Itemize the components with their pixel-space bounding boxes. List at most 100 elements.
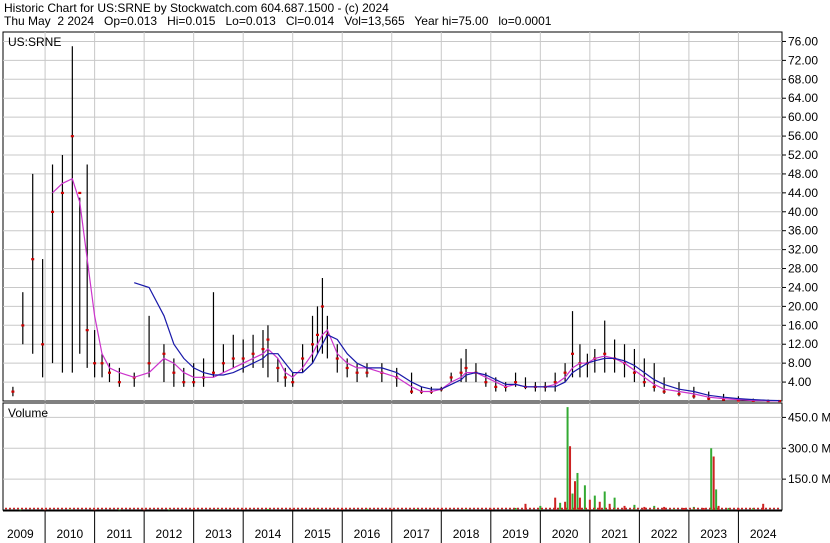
x-axis-year-label: 2013 xyxy=(205,527,232,541)
price-y-tick-label: 44.00 xyxy=(788,186,818,200)
close-marker xyxy=(51,210,55,213)
x-axis-year-label: 2010 xyxy=(57,527,84,541)
close-marker xyxy=(449,376,453,379)
volume-bar xyxy=(715,489,718,510)
price-y-tick-label: 64.00 xyxy=(788,91,818,105)
close-marker xyxy=(31,258,35,261)
volume-bar xyxy=(19,509,22,511)
volume-bar xyxy=(578,497,581,510)
close-marker xyxy=(85,329,89,332)
x-axis-year-label: 2016 xyxy=(354,527,381,541)
close-marker xyxy=(93,362,97,365)
close-marker xyxy=(459,371,463,374)
volume-bar xyxy=(143,509,146,511)
close-marker xyxy=(107,371,111,374)
price-volume-chart: 4.00 8.00 12.00 16.00 20.00 24.00 28.00 32.00 36… xyxy=(2,31,830,543)
close-marker xyxy=(632,371,636,374)
volume-bar xyxy=(266,508,269,510)
close-marker xyxy=(345,366,349,370)
volume-bar xyxy=(93,509,96,511)
price-y-tick-label: 48.00 xyxy=(788,167,818,181)
price-y-tick-label: 72.00 xyxy=(788,53,818,67)
price-y-tick-label: 68.00 xyxy=(788,72,818,86)
close-marker xyxy=(78,191,82,195)
x-axis-year-label: 2014 xyxy=(255,527,282,541)
close-marker xyxy=(70,135,74,138)
close-marker xyxy=(291,381,295,384)
close-marker xyxy=(315,333,319,336)
volume-bar xyxy=(566,407,569,510)
volume-bar xyxy=(682,507,685,510)
volume-bar xyxy=(559,502,562,510)
close-marker xyxy=(172,371,176,374)
volume-bar xyxy=(710,448,713,510)
x-axis-year-label: 2011 xyxy=(106,527,132,541)
volume-y-tick-label: 300.0 M xyxy=(788,441,830,455)
price-y-tick-label: 52.00 xyxy=(788,148,818,162)
close-marker xyxy=(11,390,15,393)
x-axis-year-label: 2015 xyxy=(304,527,331,541)
close-marker xyxy=(251,352,255,355)
close-marker xyxy=(652,385,656,389)
close-marker xyxy=(221,362,225,365)
close-marker xyxy=(494,385,498,389)
price-y-tick-label: 32.00 xyxy=(788,243,818,257)
close-marker xyxy=(571,352,575,355)
close-marker xyxy=(464,366,468,370)
x-axis-year-label: 2022 xyxy=(651,527,678,541)
close-marker xyxy=(283,376,287,379)
price-y-tick-label: 28.00 xyxy=(788,262,818,276)
price-y-tick-label: 20.00 xyxy=(788,299,818,313)
close-marker xyxy=(301,357,305,360)
volume-bar xyxy=(712,456,715,510)
close-marker xyxy=(100,362,104,365)
x-axis-year-label: 2012 xyxy=(156,527,183,541)
volume-bar xyxy=(663,506,666,510)
price-y-tick-label: 40.00 xyxy=(788,205,818,219)
x-axis-year-label: 2009 xyxy=(7,527,34,541)
price-y-tick-label: 4.00 xyxy=(788,375,812,389)
close-marker xyxy=(21,324,25,327)
volume-bar xyxy=(118,509,121,511)
close-marker xyxy=(320,305,324,308)
x-axis-year-label: 2024 xyxy=(750,527,777,541)
close-marker xyxy=(603,352,607,355)
close-marker xyxy=(41,343,45,346)
volume-y-tick-label: 450.0 M xyxy=(788,410,830,424)
volume-bar xyxy=(583,485,586,510)
close-marker xyxy=(117,381,121,384)
close-marker xyxy=(692,395,696,398)
x-axis-year-label: 2023 xyxy=(700,527,727,541)
volume-bar xyxy=(573,481,576,510)
x-axis-year-label: 2019 xyxy=(502,527,529,541)
close-marker xyxy=(231,357,235,360)
volume-bar xyxy=(217,509,220,510)
volume-bar xyxy=(571,493,574,510)
close-marker xyxy=(241,357,245,360)
close-marker xyxy=(211,371,215,374)
volume-bar xyxy=(68,509,71,510)
close-marker xyxy=(662,390,666,393)
volume-bar xyxy=(576,472,579,510)
close-marker xyxy=(563,371,567,374)
volume-bar xyxy=(598,501,601,510)
volume-bar xyxy=(192,509,195,510)
volume-bar xyxy=(569,446,572,510)
x-axis-year-label: 2018 xyxy=(453,527,480,541)
volume-bar xyxy=(242,509,245,510)
close-marker xyxy=(261,347,265,351)
price-y-tick-label: 60.00 xyxy=(788,110,818,124)
close-marker xyxy=(707,397,711,400)
close-marker xyxy=(514,381,518,384)
x-axis-year-label: 2020 xyxy=(552,527,579,541)
price-y-tick-label: 12.00 xyxy=(788,337,818,351)
price-y-tick-label: 24.00 xyxy=(788,280,818,294)
price-panel xyxy=(2,31,783,402)
volume-panel xyxy=(2,402,783,511)
price-y-tick-label: 56.00 xyxy=(788,129,818,143)
close-marker xyxy=(677,392,681,396)
price-y-tick-label: 16.00 xyxy=(788,318,818,332)
close-marker xyxy=(266,338,270,341)
close-marker xyxy=(147,362,151,365)
close-marker xyxy=(276,366,280,370)
